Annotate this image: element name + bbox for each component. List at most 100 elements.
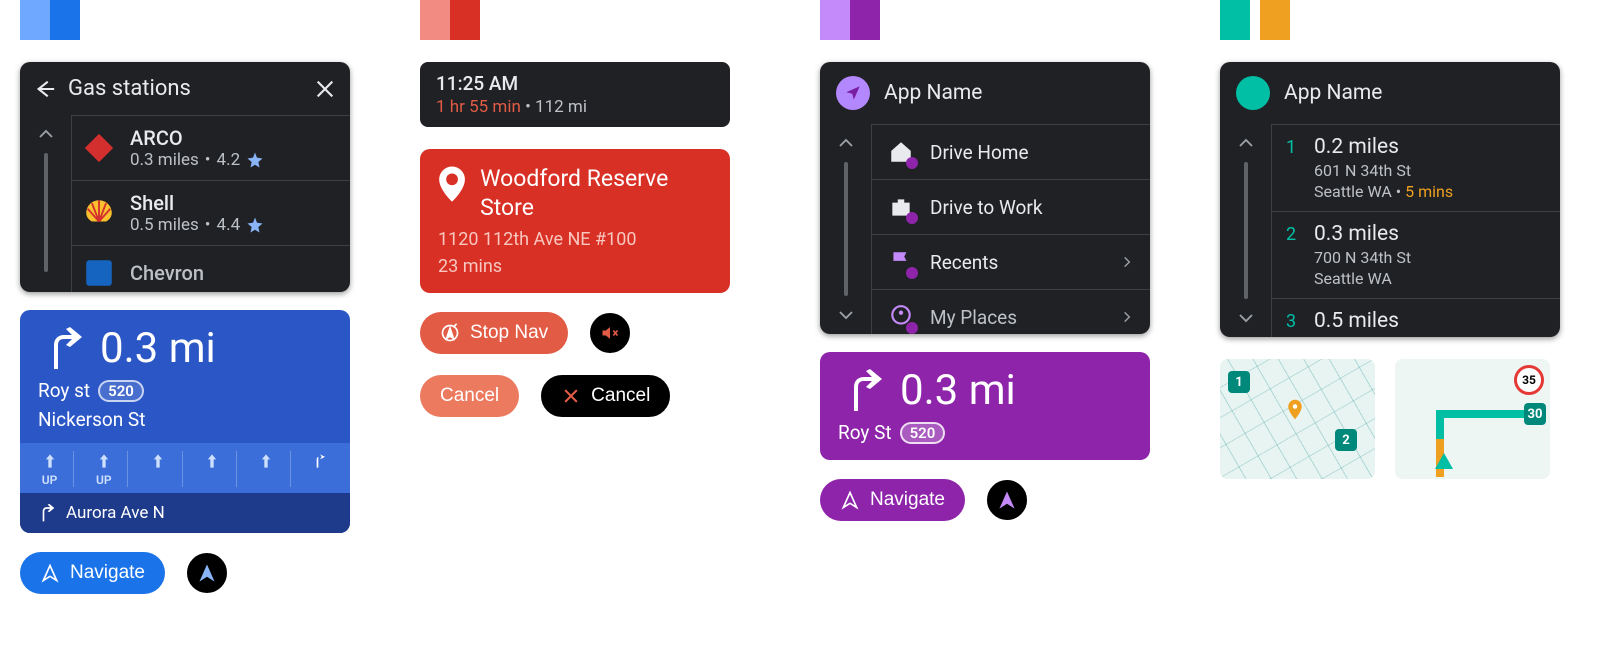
star-icon (246, 151, 264, 169)
route-badge: 520 (98, 380, 144, 402)
chevron-down-icon[interactable] (837, 306, 855, 324)
result-city: Seattle WA (1314, 269, 1411, 288)
volume-mute-icon (600, 323, 620, 343)
color-tabs (420, 0, 730, 40)
turn-right-icon (38, 325, 86, 373)
map-pin-2[interactable]: 2 (1335, 429, 1357, 451)
turn-card: 0.3 mi Roy St 520 (820, 352, 1150, 460)
map-preview-route[interactable]: 35 30 (1395, 359, 1550, 479)
close-icon[interactable] (314, 78, 336, 100)
poi-name: ARCO (130, 126, 264, 150)
scroll-column[interactable] (820, 124, 872, 334)
map-marker-icon (1286, 399, 1304, 423)
turn-right-icon (838, 367, 886, 415)
poi-list-card: Gas stations ARCO 0.3 miles • 4.2 (20, 62, 350, 292)
eta-line: 1 hr 55 min • 112 mi (436, 97, 714, 117)
app-menu-card: App Name Drive Home Drive to Work (820, 62, 1150, 334)
person-pin-icon (888, 304, 914, 330)
poi-row[interactable]: ARCO 0.3 miles • 4.2 (72, 115, 350, 180)
menu-item-drive-home[interactable]: Drive Home (872, 124, 1150, 179)
result-row[interactable]: 2 0.3 miles 700 N 34th St Seattle WA (1272, 211, 1560, 298)
poi-row[interactable]: Shell 0.5 miles • 4.4 (72, 180, 350, 245)
app-icon (1236, 76, 1270, 110)
poi-sub: 0.5 miles • 4.4 (130, 215, 264, 235)
cancel-button[interactable]: Cancel (420, 375, 519, 417)
result-address: 601 N 34th St (1314, 161, 1453, 180)
results-card: App Name 1 0.2 miles 601 N 34th St Seatt… (1220, 62, 1560, 337)
cancel-outline-button[interactable]: Cancel (539, 373, 672, 419)
recenter-button[interactable] (985, 478, 1029, 522)
turn-right-icon (36, 503, 56, 523)
poi-list-title: Gas stations (68, 76, 314, 101)
flag-icon (888, 249, 914, 275)
close-icon (561, 386, 581, 406)
status-card: 11:25 AM 1 hr 55 min • 112 mi (420, 62, 730, 127)
menu-item-drive-work[interactable]: Drive to Work (872, 179, 1150, 234)
result-distance: 0.2 miles (1314, 135, 1453, 159)
scroll-track[interactable] (44, 153, 48, 272)
turn-distance: 0.3 mi (900, 366, 1016, 415)
chevron-logo-icon (82, 256, 116, 290)
poi-name: Chevron (130, 261, 204, 285)
result-distance: 0.3 miles (1314, 222, 1411, 246)
briefcase-icon (888, 194, 914, 220)
result-address: 700 N 34th St (1314, 248, 1411, 267)
chevron-right-icon (1120, 255, 1134, 269)
destination-card[interactable]: Woodford Reserve Store 1120 112th Ave NE… (420, 149, 730, 293)
destination-name: Woodford Reserve Store (480, 165, 712, 223)
clock-time: 11:25 AM (436, 72, 714, 95)
location-pin-icon (438, 165, 466, 203)
navigate-icon (840, 490, 860, 510)
home-icon (888, 139, 914, 165)
next-street: Aurora Ave N (66, 503, 165, 523)
back-icon[interactable] (34, 78, 56, 100)
app-icon (836, 76, 870, 110)
mute-button[interactable] (588, 311, 632, 355)
navigate-button[interactable]: Navigate (20, 552, 165, 594)
chevron-down-icon[interactable] (1237, 309, 1255, 327)
map-pin-distance: 30 (1524, 403, 1546, 425)
menu-item-my-places[interactable]: My Places (872, 289, 1150, 334)
stop-nav-button[interactable]: Stop Nav (420, 312, 568, 354)
chevron-up-icon[interactable] (37, 125, 55, 143)
turn-card: 0.3 mi Roy st 520 Nickerson St UP UP Aur… (20, 310, 350, 533)
lane-guidance: UP UP (20, 443, 350, 493)
arco-logo-icon (82, 131, 116, 165)
chevron-right-icon (1120, 310, 1134, 324)
app-name: App Name (1284, 81, 1382, 105)
chevron-up-icon[interactable] (837, 134, 855, 152)
turn-distance: 0.3 mi (100, 324, 216, 373)
scroll-track[interactable] (1244, 162, 1248, 299)
nav-cursor-icon (1435, 453, 1453, 469)
scroll-track[interactable] (844, 162, 848, 296)
map-preview[interactable]: 1 2 (1220, 359, 1375, 479)
map-pin-1[interactable]: 1 (1228, 371, 1250, 393)
menu-item-recents[interactable]: Recents (872, 234, 1150, 289)
star-icon (246, 216, 264, 234)
result-number: 2 (1286, 224, 1300, 288)
scroll-column[interactable] (20, 115, 72, 292)
turn-street: Roy St (838, 421, 892, 444)
recenter-button[interactable] (185, 551, 229, 595)
color-tabs (820, 0, 1150, 40)
route-badge: 520 (900, 422, 946, 444)
destination-address: 1120 112th Ave NE #100 (438, 229, 712, 250)
navigate-icon (197, 563, 217, 583)
poi-row[interactable]: Chevron (72, 245, 350, 292)
color-tabs (1220, 0, 1560, 40)
shell-logo-icon (82, 196, 116, 230)
poi-sub: 0.3 miles • 4.2 (130, 150, 264, 170)
turn-street: Roy st (38, 379, 90, 402)
location-arrow-icon (844, 84, 862, 102)
result-row[interactable]: 1 0.2 miles 601 N 34th St Seattle WA • 5… (1272, 124, 1560, 211)
destination-eta: 23 mins (438, 256, 712, 277)
stop-nav-icon (440, 323, 460, 343)
navigate-button[interactable]: Navigate (820, 479, 965, 521)
navigate-icon (997, 490, 1017, 510)
result-number: 1 (1286, 137, 1300, 201)
result-row[interactable]: 3 0.5 miles (1272, 298, 1560, 337)
scroll-column[interactable] (1220, 124, 1272, 337)
poi-name: Shell (130, 191, 264, 215)
next-turn-row: Aurora Ave N (20, 493, 350, 533)
chevron-up-icon[interactable] (1237, 134, 1255, 152)
